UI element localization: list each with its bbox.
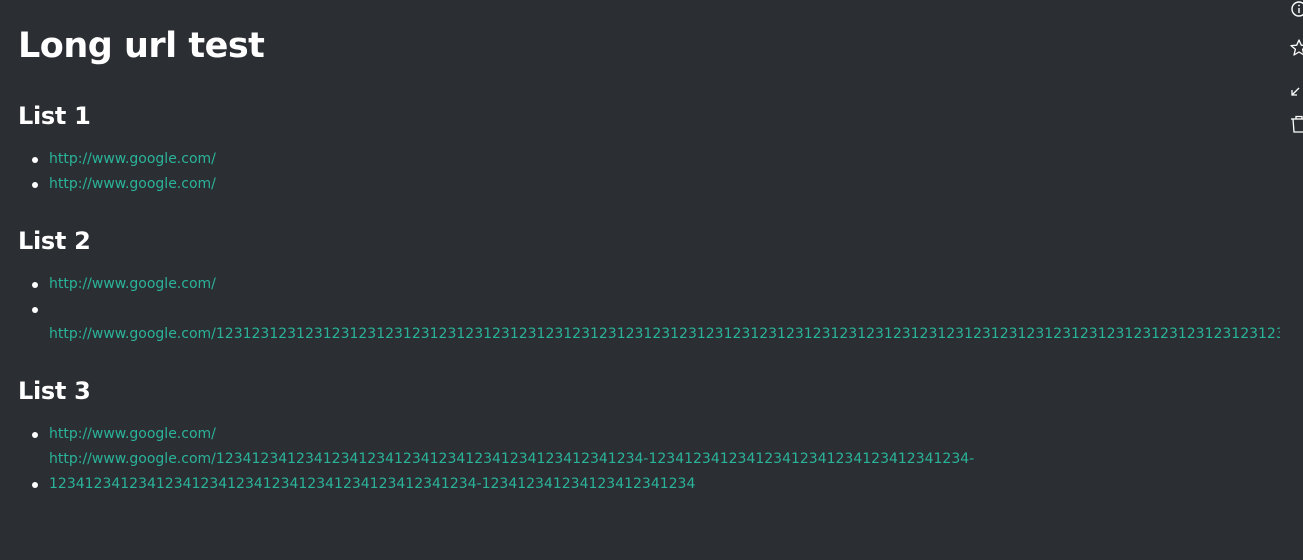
long-link-wrapped[interactable]: http://www.google.com/123412341234123412…: [49, 447, 974, 497]
list-item: http://www.google.com/: [18, 422, 1280, 447]
link[interactable]: http://www.google.com/: [49, 426, 216, 442]
bullet-icon: [32, 307, 38, 313]
section-heading-list-3: List 3: [18, 377, 91, 405]
star-icon[interactable]: [1289, 38, 1303, 58]
document-content: Long url test List 1 http://www.google.c…: [18, 0, 1280, 560]
bullet-icon: [32, 282, 38, 288]
bullet-icon: [32, 482, 38, 488]
link-line: http://www.google.com/123412341234123412…: [49, 451, 975, 467]
link[interactable]: http://www.google.com/: [49, 176, 216, 192]
list-2: http://www.google.com/ http://www.google…: [18, 272, 1280, 347]
bullet-icon: [32, 432, 38, 438]
list-item: http://www.google.com/: [18, 147, 1280, 172]
section-heading-list-1: List 1: [18, 102, 91, 130]
list-1: http://www.google.com/ http://www.google…: [18, 147, 1280, 197]
bullet-icon: [32, 182, 38, 188]
link-line: 1234123412341234123412341234123412341234…: [49, 476, 696, 492]
trash-icon[interactable]: [1289, 114, 1303, 134]
link[interactable]: http://www.google.com/: [49, 151, 216, 167]
list-item: http://www.google.com/: [18, 172, 1280, 197]
list-item: http://www.google.com/123123123123123123…: [18, 297, 1280, 347]
long-link[interactable]: http://www.google.com/123123123123123123…: [49, 322, 1280, 347]
list-item: http://www.google.com/123412341234123412…: [18, 447, 1280, 497]
list-3: http://www.google.com/ http://www.google…: [18, 422, 1280, 497]
section-heading-list-2: List 2: [18, 227, 91, 255]
list-item: http://www.google.com/: [18, 272, 1280, 297]
page-title: Long url test: [18, 26, 265, 66]
side-toolbar: [1289, 0, 1303, 140]
bullet-icon: [32, 157, 38, 163]
collapse-icon[interactable]: [1289, 80, 1303, 100]
info-icon[interactable]: [1289, 0, 1303, 20]
link[interactable]: http://www.google.com/: [49, 276, 216, 292]
